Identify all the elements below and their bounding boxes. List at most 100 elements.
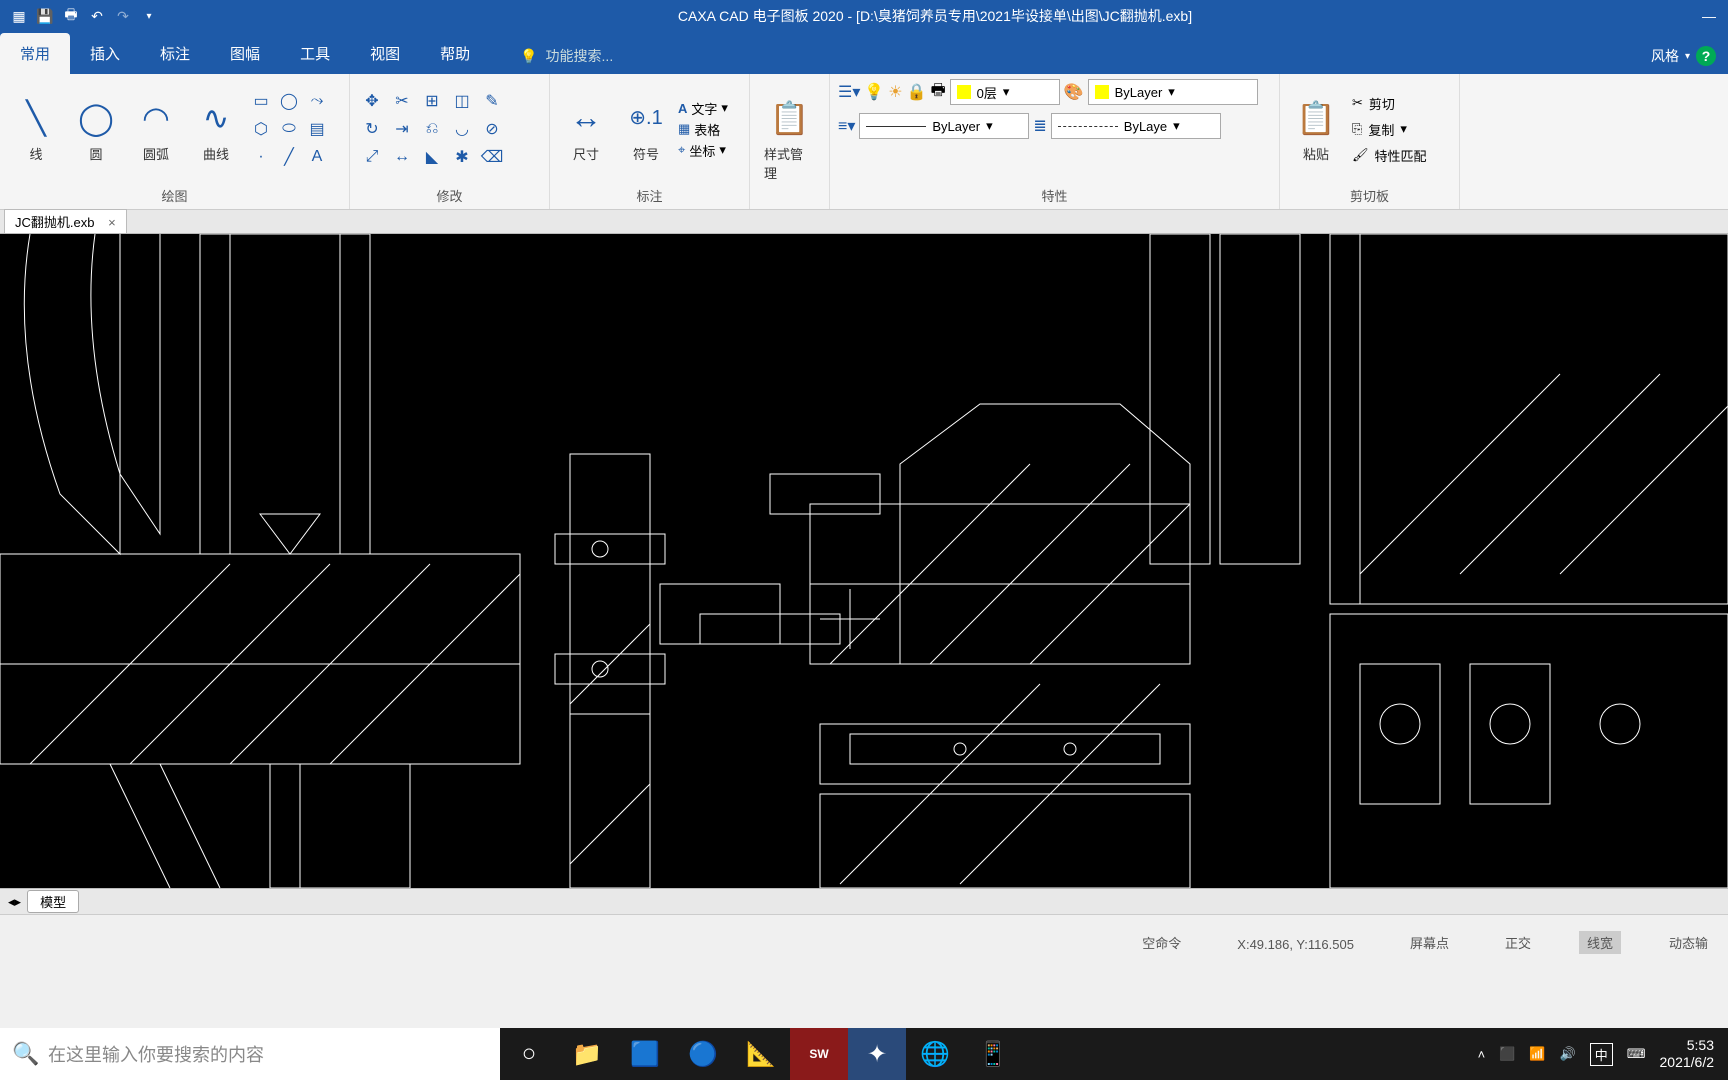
bulb-icon[interactable]: 💡: [864, 82, 884, 102]
scale-icon[interactable]: ⤢: [358, 144, 386, 170]
trim-icon[interactable]: ✂: [388, 88, 416, 114]
rotate-icon[interactable]: ↻: [358, 116, 386, 142]
screen-point[interactable]: 屏幕点: [1402, 931, 1457, 954]
browser-icon[interactable]: 🌐: [906, 1028, 964, 1080]
chamfer-icon[interactable]: ◣: [418, 144, 446, 170]
sym-label: 符号: [633, 144, 659, 163]
dyninput-toggle[interactable]: 动态输: [1661, 931, 1716, 954]
app3-icon[interactable]: 📱: [964, 1028, 1022, 1080]
drawing-canvas[interactable]: [0, 234, 1728, 888]
explorer-icon[interactable]: 📁: [558, 1028, 616, 1080]
style-dropdown[interactable]: 风格: [1651, 46, 1679, 66]
style-manager-button[interactable]: 📋样式管理: [758, 94, 821, 184]
tab-view[interactable]: 视图: [350, 33, 420, 74]
minimize-icon[interactable]: —: [1702, 8, 1716, 24]
tab-sheet[interactable]: 图幅: [210, 33, 280, 74]
explode-icon[interactable]: ✱: [448, 144, 476, 170]
layer-combo[interactable]: 0层▾: [950, 79, 1060, 105]
arc-button[interactable]: ◠圆弧: [128, 94, 184, 165]
array-icon[interactable]: ⊞: [418, 88, 446, 114]
color-wheel-icon[interactable]: 🎨: [1064, 82, 1084, 102]
help-icon[interactable]: ?: [1696, 46, 1716, 66]
text-tool-icon[interactable]: A: [304, 144, 330, 170]
match-button[interactable]: 🖌特性匹配: [1352, 143, 1427, 167]
document-tab-label: JC翻抛机.exb: [15, 215, 94, 230]
caxa-icon[interactable]: ✦: [848, 1028, 906, 1080]
print-layer-icon[interactable]: 🖶: [931, 79, 946, 106]
tab-nav-left-icon[interactable]: ◂▸: [8, 894, 21, 910]
edit-icon[interactable]: ✎: [478, 88, 506, 114]
fillet-icon[interactable]: ◡: [448, 116, 476, 142]
undo-icon[interactable]: ↶: [86, 5, 108, 27]
erase-icon[interactable]: ⌫: [478, 144, 506, 170]
taskbar-clock[interactable]: 5:53 2021/6/2: [1660, 1037, 1715, 1071]
app-menu-icon[interactable]: ▦: [8, 5, 30, 27]
close-tab-icon[interactable]: ×: [108, 215, 116, 230]
model-tab[interactable]: 模型: [27, 890, 79, 913]
chevron-down-icon[interactable]: ▾: [1685, 51, 1690, 62]
app2-icon[interactable]: 🔵: [674, 1028, 732, 1080]
wifi-icon[interactable]: 📶: [1529, 1046, 1545, 1062]
break-icon[interactable]: ⊘: [478, 116, 506, 142]
save-icon[interactable]: 💾: [34, 5, 56, 27]
cmd-status: 空命令: [1134, 931, 1189, 954]
rect-icon[interactable]: ▭: [248, 88, 274, 114]
app1-icon[interactable]: 🟦: [616, 1028, 674, 1080]
tab-common[interactable]: 常用: [0, 33, 70, 74]
document-tab[interactable]: JC翻抛机.exb ×: [4, 209, 127, 233]
dim-panel-label: 标注: [550, 184, 749, 209]
tab-insert[interactable]: 插入: [70, 33, 140, 74]
table-button[interactable]: ▦表格: [678, 120, 728, 139]
tab-tools[interactable]: 工具: [280, 33, 350, 74]
ime-indicator[interactable]: 中: [1590, 1043, 1613, 1066]
tray-up-icon[interactable]: ˄: [1478, 1047, 1486, 1062]
layer-tool-icon[interactable]: ☰▾: [838, 82, 860, 102]
copy-button[interactable]: ⎘复制▾: [1352, 117, 1427, 141]
symbol-button[interactable]: ⊕.1符号: [618, 94, 674, 165]
qat-dropdown-icon[interactable]: ▾: [138, 5, 160, 27]
props-panel-label: 特性: [830, 184, 1279, 209]
linetype-combo[interactable]: ByLayer▾: [859, 113, 1029, 139]
polygon-icon[interactable]: ⬡: [248, 116, 274, 142]
taskbar-search-input[interactable]: 🔍 在这里输入你要搜索的内容: [0, 1028, 500, 1080]
line2-icon[interactable]: ╱: [276, 144, 302, 170]
tab-annotate[interactable]: 标注: [140, 33, 210, 74]
ppt-icon[interactable]: 📐: [732, 1028, 790, 1080]
print-icon[interactable]: 🖶: [60, 5, 82, 27]
lineweight-tool-icon[interactable]: ≣: [1033, 116, 1046, 136]
ortho-toggle[interactable]: 正交: [1497, 931, 1539, 954]
ellipse-icon[interactable]: ◯: [276, 88, 302, 114]
mirror-icon[interactable]: ⎌: [418, 116, 446, 142]
offset-icon[interactable]: ◫: [448, 88, 476, 114]
point-icon[interactable]: ∙: [248, 144, 274, 170]
oval-icon[interactable]: ⬭: [276, 116, 302, 142]
text-button[interactable]: A文字▾: [678, 99, 728, 118]
tray-app-icon[interactable]: ⬛: [1499, 1046, 1515, 1062]
redo-icon[interactable]: ↷: [112, 5, 134, 27]
ribbon-search-input[interactable]: 功能搜索...: [546, 46, 614, 66]
color-combo[interactable]: ByLayer▾: [1088, 79, 1258, 105]
linetype-tool-icon[interactable]: ≡▾: [838, 116, 855, 136]
tab-help[interactable]: 帮助: [420, 33, 490, 74]
lock-icon[interactable]: 🔒: [907, 82, 927, 102]
sun-icon[interactable]: ☀: [888, 82, 902, 102]
paste-button[interactable]: 📋粘贴: [1288, 94, 1344, 165]
spline-icon[interactable]: ⤳: [304, 88, 330, 114]
lineweight-toggle[interactable]: 线宽: [1579, 931, 1621, 954]
stretch-icon[interactable]: ↔: [388, 144, 416, 170]
cortana-icon[interactable]: ○: [500, 1028, 558, 1080]
dimension-button[interactable]: ↔尺寸: [558, 94, 614, 165]
lineweight-combo[interactable]: ByLaye▾: [1051, 113, 1221, 139]
circle-button[interactable]: ◯圆: [68, 94, 124, 165]
cut-button[interactable]: ✂剪切: [1352, 91, 1427, 115]
extend-icon[interactable]: ⇥: [388, 116, 416, 142]
paste-icon: 📋: [1294, 96, 1338, 140]
solidworks-icon[interactable]: SW: [790, 1028, 848, 1080]
hatch-tool-icon[interactable]: ▤: [304, 116, 330, 142]
keyboard-icon[interactable]: ⌨: [1627, 1046, 1646, 1062]
line-button[interactable]: ╲线: [8, 94, 64, 165]
curve-button[interactable]: ∿曲线: [188, 94, 244, 165]
volume-icon[interactable]: 🔊: [1560, 1046, 1576, 1062]
coord-button[interactable]: ⌖坐标▾: [678, 141, 728, 160]
move-icon[interactable]: ✥: [358, 88, 386, 114]
